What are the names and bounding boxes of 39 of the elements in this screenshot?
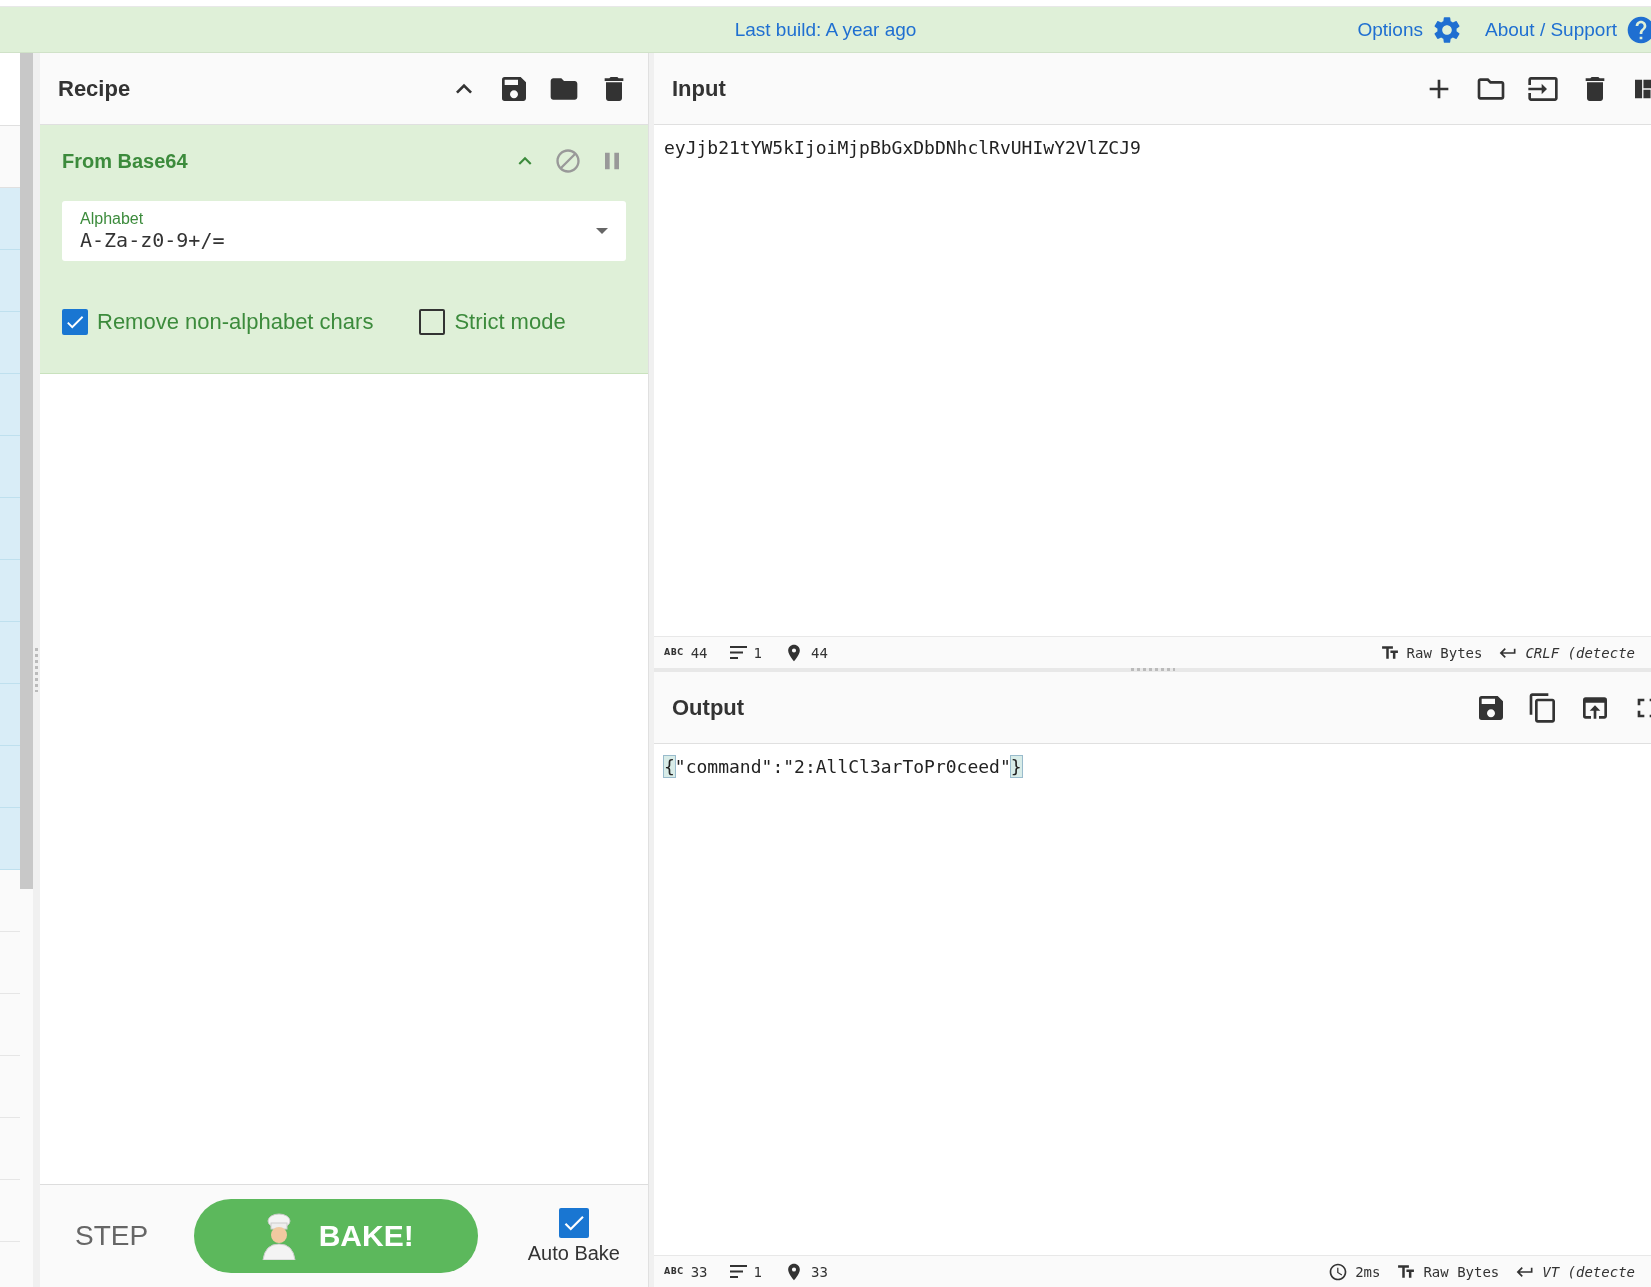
build-info: Last build: A year ago [734, 18, 917, 41]
abc-icon: ABC [664, 1267, 684, 1276]
status-text: VT (detecte [1542, 1263, 1635, 1280]
checkbox[interactable] [558, 1207, 589, 1238]
status-text: 33 [690, 1263, 708, 1280]
lines-icon [729, 1265, 747, 1278]
input-text[interactable]: eyJjb21tYW5kIjoiMjpBbGxDbDNhclRvUHIwY2VlZCJ9 [664, 137, 1141, 158]
status-text: Raw Bytes [1423, 1263, 1500, 1280]
step-button[interactable]: STEP [75, 1220, 149, 1252]
alphabet-dropdown[interactable]: Alphabet A-Za-z0-9+/= [62, 201, 626, 261]
abc-icon: ABC [664, 648, 684, 657]
bake-button[interactable]: BAKE! [194, 1199, 479, 1273]
resize-handle[interactable] [35, 648, 38, 692]
lines-icon [729, 646, 747, 659]
scrollbar-thumb[interactable] [20, 53, 33, 889]
clock-icon [1328, 1261, 1349, 1282]
top-link[interactable]: About / Support [1484, 13, 1651, 46]
status-text: 1 [753, 644, 762, 661]
status-text: 44 [810, 644, 828, 661]
top-link[interactable]: Options [1357, 13, 1463, 46]
status-text: CRLF (detecte [1525, 644, 1635, 661]
pane-title: Input [672, 75, 727, 102]
status-text: 1 [753, 1263, 762, 1280]
output-text: {"command":"2:AllCl3arToPr0ceed"} [664, 756, 1022, 777]
operation-name: From Base64 [62, 149, 189, 173]
checkbox[interactable] [419, 309, 446, 335]
auto-bake-label[interactable]: Auto Bake [527, 1241, 620, 1265]
status-text: 2ms [1355, 1263, 1381, 1280]
checkbox-option[interactable]: Strict mode [419, 309, 566, 335]
status-text: 33 [810, 1263, 828, 1280]
status-text: Raw Bytes [1406, 644, 1483, 661]
checkbox[interactable] [62, 309, 88, 335]
disable-icon[interactable] [554, 147, 582, 175]
pane-title: Output [672, 694, 746, 721]
resize-handle[interactable] [1130, 668, 1175, 671]
pane-title: Recipe [58, 75, 132, 102]
checkbox-option[interactable]: Remove non-alphabet chars [62, 309, 374, 335]
dropdown-caret-icon [596, 228, 608, 234]
status-text: 44 [690, 644, 708, 661]
